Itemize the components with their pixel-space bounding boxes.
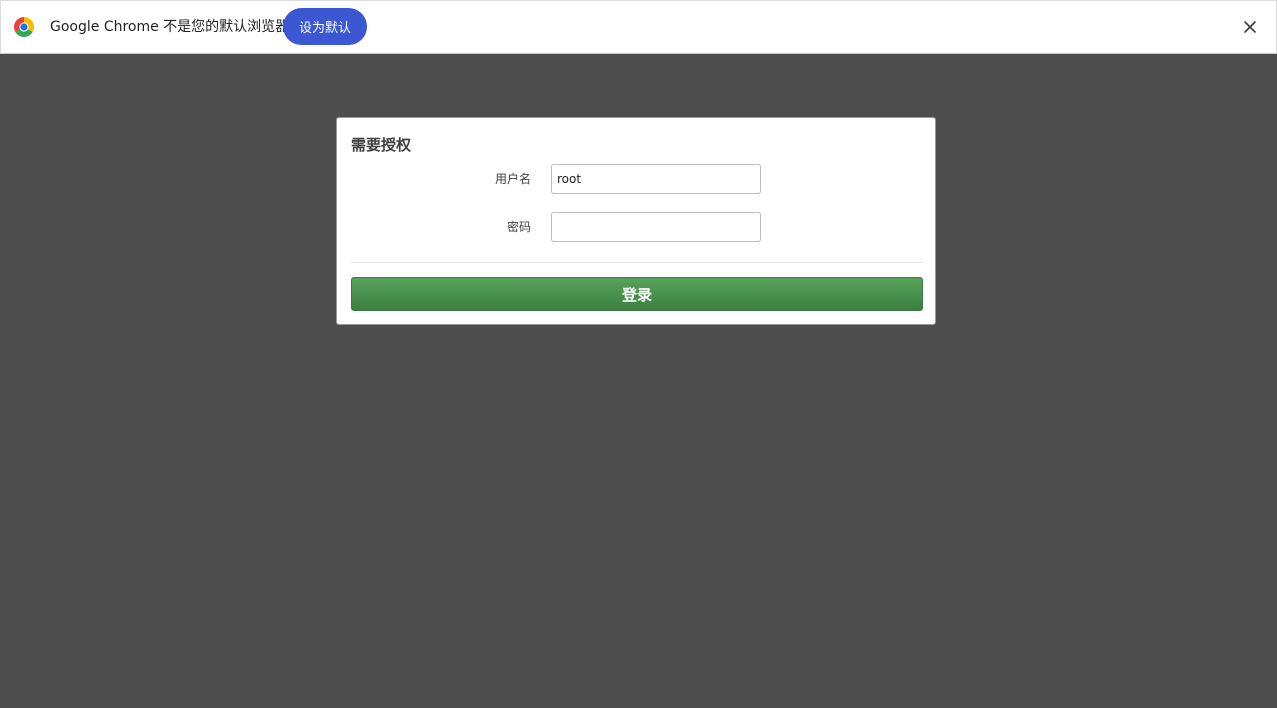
- divider: [351, 262, 923, 263]
- set-default-button[interactable]: 设为默认: [283, 8, 367, 45]
- infobar-message: Google Chrome 不是您的默认浏览器: [50, 19, 290, 35]
- password-input[interactable]: [551, 212, 761, 242]
- username-label: 用户名: [494, 172, 531, 186]
- username-input[interactable]: [551, 164, 761, 194]
- close-icon: [1244, 21, 1256, 33]
- login-panel: 需要授权 用户名 密码 登录: [336, 117, 936, 325]
- login-button[interactable]: 登录: [351, 277, 923, 311]
- close-infobar-button[interactable]: [1239, 16, 1261, 38]
- panel-title: 需要授权: [351, 136, 412, 154]
- chrome-logo-icon: [14, 17, 34, 37]
- default-browser-infobar: Google Chrome 不是您的默认浏览器 设为默认: [0, 0, 1277, 54]
- password-label: 密码: [506, 220, 531, 234]
